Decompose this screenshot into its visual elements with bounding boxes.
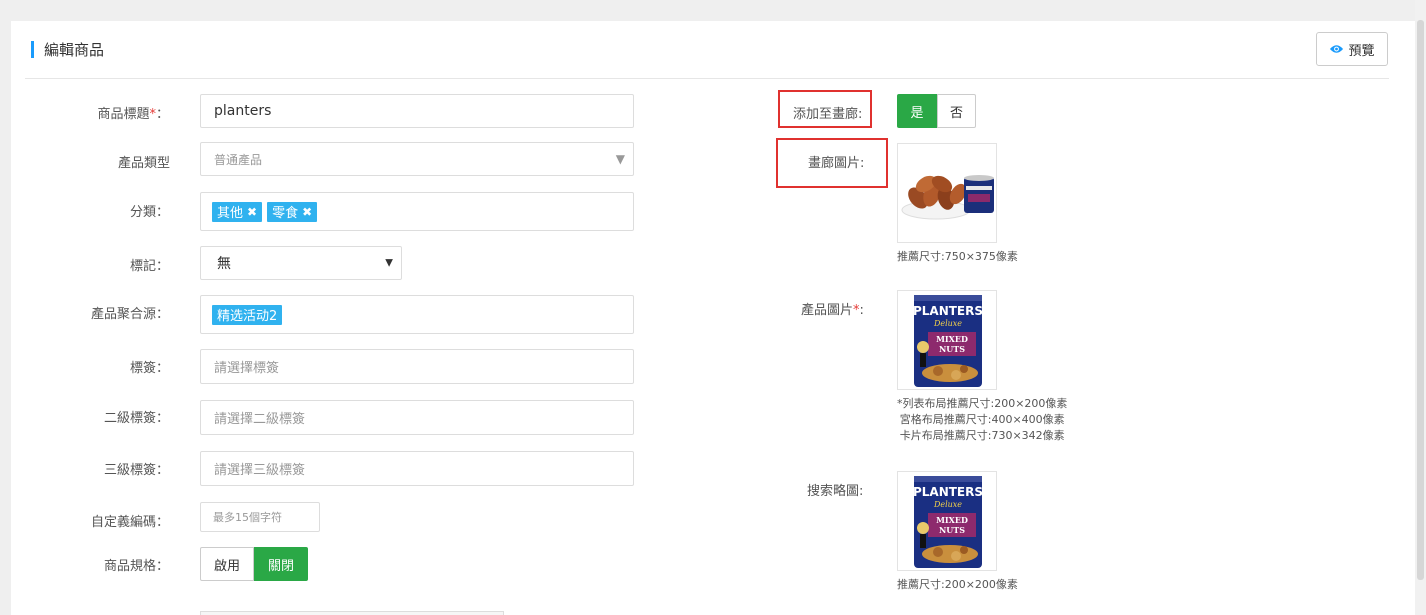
product-image-label: 產品圖片*: <box>801 303 864 318</box>
custom-code-label: 自定義編碼： <box>90 515 169 530</box>
edit-product-panel: 編輯商品 預覽 商品標題*： planters 產品類型 普通產品 ▼ 分類： 其… <box>11 21 1415 615</box>
category-multiselect[interactable]: 其他 ✖ 零食 ✖ <box>200 192 634 231</box>
product-image-preview: PLANTERS Deluxe MIXED NUTS <box>913 295 983 387</box>
category-label: 分類： <box>129 205 169 220</box>
tag3-label: 三級標簽： <box>103 463 169 478</box>
search-thumb-preview: PLANTERS Deluxe MIXED NUTS <box>913 476 983 568</box>
can-brand-text: PLANTERS <box>913 485 983 499</box>
can-sub-text: Deluxe <box>933 319 962 328</box>
tag1-input[interactable]: 請選擇標簽 <box>200 349 634 384</box>
aggregate-source-tag: 精选活动2 <box>212 304 283 325</box>
aggregate-source-select[interactable]: 精选活动2 <box>200 295 634 334</box>
spec-enable-option[interactable]: 啟用 <box>200 547 254 581</box>
custom-code-input[interactable]: 最多15個字符 <box>200 502 320 532</box>
tag2-input[interactable]: 請選擇二級標簽 <box>200 400 634 435</box>
can-line2-text: NUTS <box>939 525 965 535</box>
tag2-label: 二級標簽： <box>103 411 169 426</box>
spec-disable-option[interactable]: 關閉 <box>254 547 308 581</box>
product-type-label: 產品類型 <box>117 156 170 171</box>
can-brand-text: PLANTERS <box>913 304 983 318</box>
product-image-upload[interactable]: PLANTERS Deluxe MIXED NUTS <box>897 290 997 390</box>
preview-button-label: 預覽 <box>1348 43 1375 59</box>
tag1-label: 標簽： <box>129 361 169 376</box>
search-thumb-hint: 推薦尺寸:200×200像素 <box>897 578 1018 591</box>
add-gallery-toggle: 是 否 <box>897 94 976 128</box>
can-line1-text: MIXED <box>936 515 968 525</box>
category-tag: 零食 ✖ <box>267 201 318 222</box>
product-image-hints: *列表布局推薦尺寸:200×200像素 宮格布局推薦尺寸:400×400像素 卡… <box>897 397 1068 442</box>
gallery-image-preview <box>901 175 994 220</box>
spec-label: 商品規格： <box>103 559 169 574</box>
aggregate-source-label: 產品聚合源： <box>90 307 169 322</box>
title-accent-bar <box>31 41 34 58</box>
can-sub-text: Deluxe <box>933 500 962 509</box>
remove-tag-icon[interactable]: ✖ <box>302 205 312 219</box>
eye-icon <box>1330 45 1344 53</box>
add-gallery-no-option[interactable]: 否 <box>937 94 976 128</box>
mark-select[interactable]: 無 ▼ <box>200 246 402 280</box>
spec-table-header <box>200 611 504 615</box>
title-label: 商品標題*： <box>97 107 169 122</box>
search-thumb-upload[interactable]: PLANTERS Deluxe MIXED NUTS <box>897 471 997 571</box>
header-divider <box>25 78 1389 79</box>
scrollbar-thumb[interactable] <box>1417 20 1424 580</box>
panel-header: 編輯商品 預覽 <box>11 21 1415 79</box>
product-type-select[interactable]: 普通產品 ▼ <box>200 142 634 176</box>
page-title: 編輯商品 <box>44 41 105 59</box>
annotation-box <box>778 90 872 128</box>
title-input[interactable]: planters <box>200 94 634 128</box>
remove-tag-icon[interactable]: ✖ <box>247 205 257 219</box>
gallery-image-upload[interactable] <box>897 143 997 243</box>
tag3-input[interactable]: 請選擇三級標簽 <box>200 451 634 486</box>
spec-toggle: 啟用 關閉 <box>200 547 308 581</box>
can-line1-text: MIXED <box>936 334 968 344</box>
category-tag: 其他 ✖ <box>212 201 263 222</box>
annotation-box <box>776 138 888 188</box>
search-thumb-label: 搜索略圖: <box>807 484 864 499</box>
gallery-size-hint: 推薦尺寸:750×375像素 <box>897 250 1018 263</box>
add-gallery-yes-option[interactable]: 是 <box>897 94 937 128</box>
preview-button[interactable]: 預覽 <box>1316 32 1388 66</box>
can-line2-text: NUTS <box>939 344 965 354</box>
mark-label: 標記： <box>129 259 169 274</box>
